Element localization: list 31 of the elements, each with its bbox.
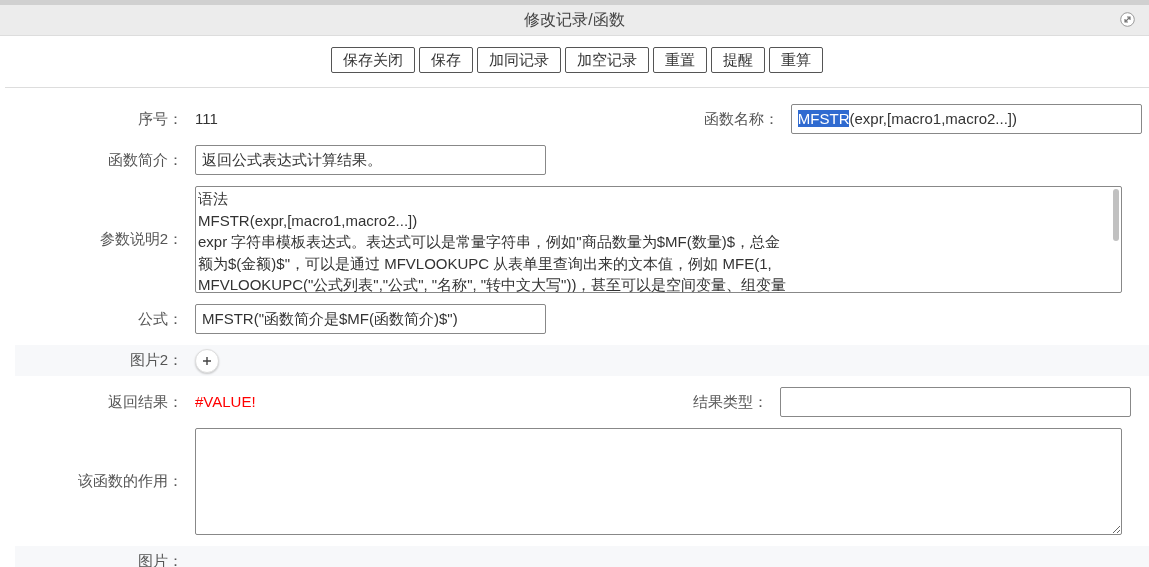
result-value: #VALUE! (195, 391, 256, 412)
field-label: 图片： (137, 551, 184, 567)
field-text: (expr,[macro1,macro2...]) (849, 109, 1018, 127)
serial-number: 111 (195, 108, 218, 129)
toolbar-button[interactable]: 重算 (769, 47, 823, 73)
plus-icon (202, 355, 212, 366)
formula-field[interactable]: MFSTR("函数简介是$MF(函数简介)$") (195, 304, 546, 334)
toolbar-button[interactable]: 保存 (419, 47, 473, 73)
window-title: 修改记录/函数 (524, 11, 625, 28)
field-label: 公式： (137, 308, 184, 329)
add-image-button[interactable] (195, 348, 219, 373)
field-label: 返回结果： (107, 391, 184, 412)
toolbar-button[interactable]: 加空记录 (565, 47, 649, 73)
field-label: 图片2： (128, 350, 184, 371)
field-label: 结果类型： (692, 391, 769, 412)
result-type-field[interactable] (780, 387, 1131, 417)
toolbar-button[interactable]: 重置 (653, 47, 707, 73)
toolbar-button[interactable]: 保存关闭 (331, 47, 415, 73)
selected-text: MFSTR (797, 109, 850, 127)
summary-field[interactable]: 返回公式表达式计算结果。 (195, 145, 546, 175)
purpose-field[interactable] (195, 428, 1122, 535)
field-label: 函数简介： (107, 149, 184, 170)
field-label: 参数说明2： (98, 229, 184, 250)
restore-icon[interactable] (1120, 12, 1135, 27)
toolbar-button[interactable]: 提醒 (711, 47, 765, 73)
scrollbar-thumb[interactable] (1113, 189, 1119, 241)
field-label: 该函数的作用： (77, 471, 184, 492)
toolbar-button[interactable]: 加同记录 (477, 47, 561, 73)
field-label: 序号： (137, 108, 184, 129)
field-label: 函数名称： (702, 108, 780, 129)
function-name-field[interactable]: MFSTR(expr,[macro1,macro2...]) (790, 104, 1142, 134)
